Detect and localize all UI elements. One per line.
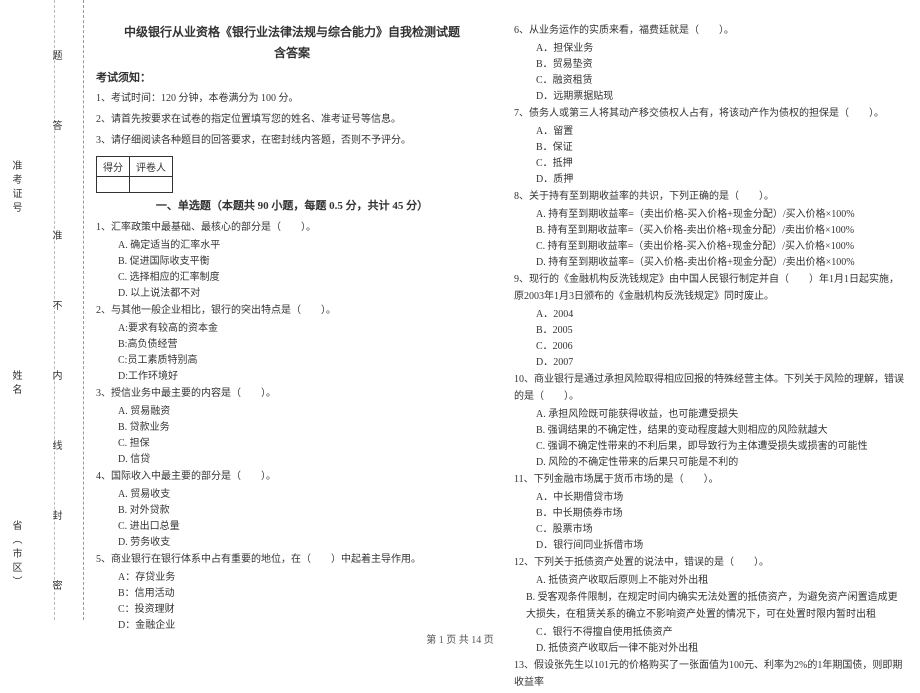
q11-A: A．中长期借贷市场	[514, 490, 906, 506]
q13-stem: 13、假设张先生以101元的价格购买了一张面值为100元、利率为2%的1年期国债…	[514, 657, 906, 691]
q6-C: C．融资租赁	[514, 73, 906, 89]
right-column: 6、从业务运作的实质来看，福费廷就是（ ）。 A．担保业务 B．贸易垫资 C．融…	[514, 22, 906, 693]
q2-A: A:要求有较高的资本金	[96, 321, 488, 337]
notice-2: 2、请首先按要求在试卷的指定位置填写您的姓名、准考证号等信息。	[96, 110, 488, 129]
q4-A: A. 贸易收支	[96, 487, 488, 503]
score-cell-value	[97, 176, 130, 192]
q5-stem: 5、商业银行在银行体系中占有重要的地位，在（ ）中起着主导作用。	[96, 551, 488, 568]
q3-B: B. 贷款业务	[96, 420, 488, 436]
province-label: 省（市区）	[8, 520, 23, 590]
q5-A: A：存贷业务	[96, 570, 488, 586]
q9-C: C．2006	[514, 339, 906, 355]
q11-D: D．银行间同业拆借市场	[514, 538, 906, 554]
seal-mark-mi: 密	[48, 580, 63, 593]
q10-D: D. 风险的不确定性带来的后果只可能是不利的	[514, 455, 906, 471]
q4-stem: 4、国际收入中最主要的部分是（ ）。	[96, 468, 488, 485]
part1-title: 一、单选题（本题共 90 小题，每题 0.5 分，共计 45 分）	[96, 197, 488, 213]
q1-stem: 1、汇率政策中最基础、最核心的部分是（ ）。	[96, 219, 488, 236]
q1-C: C. 选择相应的汇率制度	[96, 270, 488, 286]
q10-C: C. 强调不确定性带来的不利后果，即导致行为主体遭受损失或损害的可能性	[514, 439, 906, 455]
q8-B: B. 持有至到期收益率=（买入价格-卖出价格+现金分配）/卖出价格×100%	[514, 223, 906, 239]
q1-D: D. 以上说法都不对	[96, 286, 488, 302]
left-column: 中级银行从业资格《银行业法律法规与综合能力》自我检测试题 含答案 考试须知： 1…	[96, 22, 488, 693]
exam-title: 中级银行从业资格《银行业法律法规与综合能力》自我检测试题	[96, 22, 488, 44]
q3-D: D. 信贷	[96, 452, 488, 468]
q1-B: B. 促进国际收支平衡	[96, 254, 488, 270]
q9-A: A．2004	[514, 307, 906, 323]
exam-subtitle: 含答案	[96, 44, 488, 61]
q3-stem: 3、授信业务中最主要的内容是（ ）。	[96, 385, 488, 402]
q10-B: B. 强调结果的不确定性，结果的变动程度越大则相应的风险就越大	[514, 423, 906, 439]
notice-3: 3、请仔细阅读各种题目的回答要求，在密封线内答题，否则不予评分。	[96, 131, 488, 150]
q3-C: C. 担保	[96, 436, 488, 452]
seal-mark-xian: 线	[48, 440, 63, 453]
q11-stem: 11、下列金融市场属于货币市场的是（ ）。	[514, 471, 906, 488]
q8-stem: 8、关于持有至到期收益率的共识，下列正确的是（ ）。	[514, 188, 906, 205]
q7-A: A．留置	[514, 124, 906, 140]
q3-A: A. 贸易融资	[96, 404, 488, 420]
q12-A: A. 抵债资产收取后原则上不能对外出租	[514, 573, 906, 589]
q6-stem: 6、从业务运作的实质来看，福费廷就是（ ）。	[514, 22, 906, 39]
seal-mark-feng: 封	[48, 510, 63, 523]
q9-D: D．2007	[514, 355, 906, 371]
q2-D: D:工作环境好	[96, 369, 488, 385]
binding-margin: 省（市区） 姓名 准考证号 密 封 线 内 不 准 答 题	[0, 0, 84, 620]
q9-B: B．2005	[514, 323, 906, 339]
q4-B: B. 对外贷款	[96, 503, 488, 519]
score-table: 得分 评卷人	[96, 156, 173, 193]
q6-D: D．远期票据贴现	[514, 89, 906, 105]
grader-cell-value	[130, 176, 173, 192]
q12-stem: 12、下列关于抵债资产处置的说法中，错误的是（ ）。	[514, 554, 906, 571]
q11-C: C．股票市场	[514, 522, 906, 538]
seal-mark-nei: 内	[48, 370, 63, 383]
q8-C: C. 持有至到期收益率=（卖出价格-买入价格+现金分配）/买入价格×100%	[514, 239, 906, 255]
seal-mark-zhun: 准	[48, 230, 63, 243]
q5-C: C：投资理财	[96, 602, 488, 618]
q9-stem: 9、现行的《金融机构反洗钱规定》由中国人民银行制定并自（ ）年1月1日起实施，原…	[514, 271, 906, 305]
q10-stem: 10、商业银行是通过承担风险取得相应回报的特殊经营主体。下列关于风险的理解，错误…	[514, 371, 906, 405]
admission-label: 准考证号	[8, 160, 23, 216]
score-cell-label: 得分	[97, 156, 130, 176]
name-label: 姓名	[8, 370, 23, 398]
q10-A: A. 承担风险既可能获得收益，也可能遭受损失	[514, 407, 906, 423]
q12-B: B. 受客观条件限制，在规定时间内确实无法处置的抵债资产，为避免资产闲置造成更大…	[514, 589, 906, 623]
seal-mark-bu: 不	[48, 300, 63, 313]
notice-heading: 考试须知：	[96, 69, 488, 85]
q1-A: A. 确定适当的汇率水平	[96, 238, 488, 254]
q4-D: D. 劳务收支	[96, 535, 488, 551]
page-body: 中级银行从业资格《银行业法律法规与综合能力》自我检测试题 含答案 考试须知： 1…	[96, 22, 906, 693]
seal-mark-da: 答	[48, 120, 63, 133]
grader-cell-label: 评卷人	[130, 156, 173, 176]
notice-1: 1、考试时间：120 分钟，本卷满分为 100 分。	[96, 89, 488, 108]
q4-C: C. 进出口总量	[96, 519, 488, 535]
q11-B: B．中长期债券市场	[514, 506, 906, 522]
page-footer: 第 1 页 共 14 页	[0, 631, 920, 646]
q8-A: A. 持有至到期收益率=（卖出价格-买入价格+现金分配）/买入价格×100%	[514, 207, 906, 223]
q6-A: A．担保业务	[514, 41, 906, 57]
q7-C: C．抵押	[514, 156, 906, 172]
q7-stem: 7、债务人或第三人将其动产移交债权人占有，将该动产作为债权的担保是（ ）。	[514, 105, 906, 122]
q8-D: D. 持有至到期收益率=（买入价格-卖出价格+现金分配）/卖出价格×100%	[514, 255, 906, 271]
seal-mark-ti: 题	[48, 50, 63, 63]
q5-B: B：信用活动	[96, 586, 488, 602]
q7-B: B．保证	[514, 140, 906, 156]
q6-B: B．贸易垫资	[514, 57, 906, 73]
q7-D: D．质押	[514, 172, 906, 188]
q2-B: B:高负债经营	[96, 337, 488, 353]
q2-C: C:员工素质特别高	[96, 353, 488, 369]
q2-stem: 2、与其他一般企业相比，银行的突出特点是（ ）。	[96, 302, 488, 319]
